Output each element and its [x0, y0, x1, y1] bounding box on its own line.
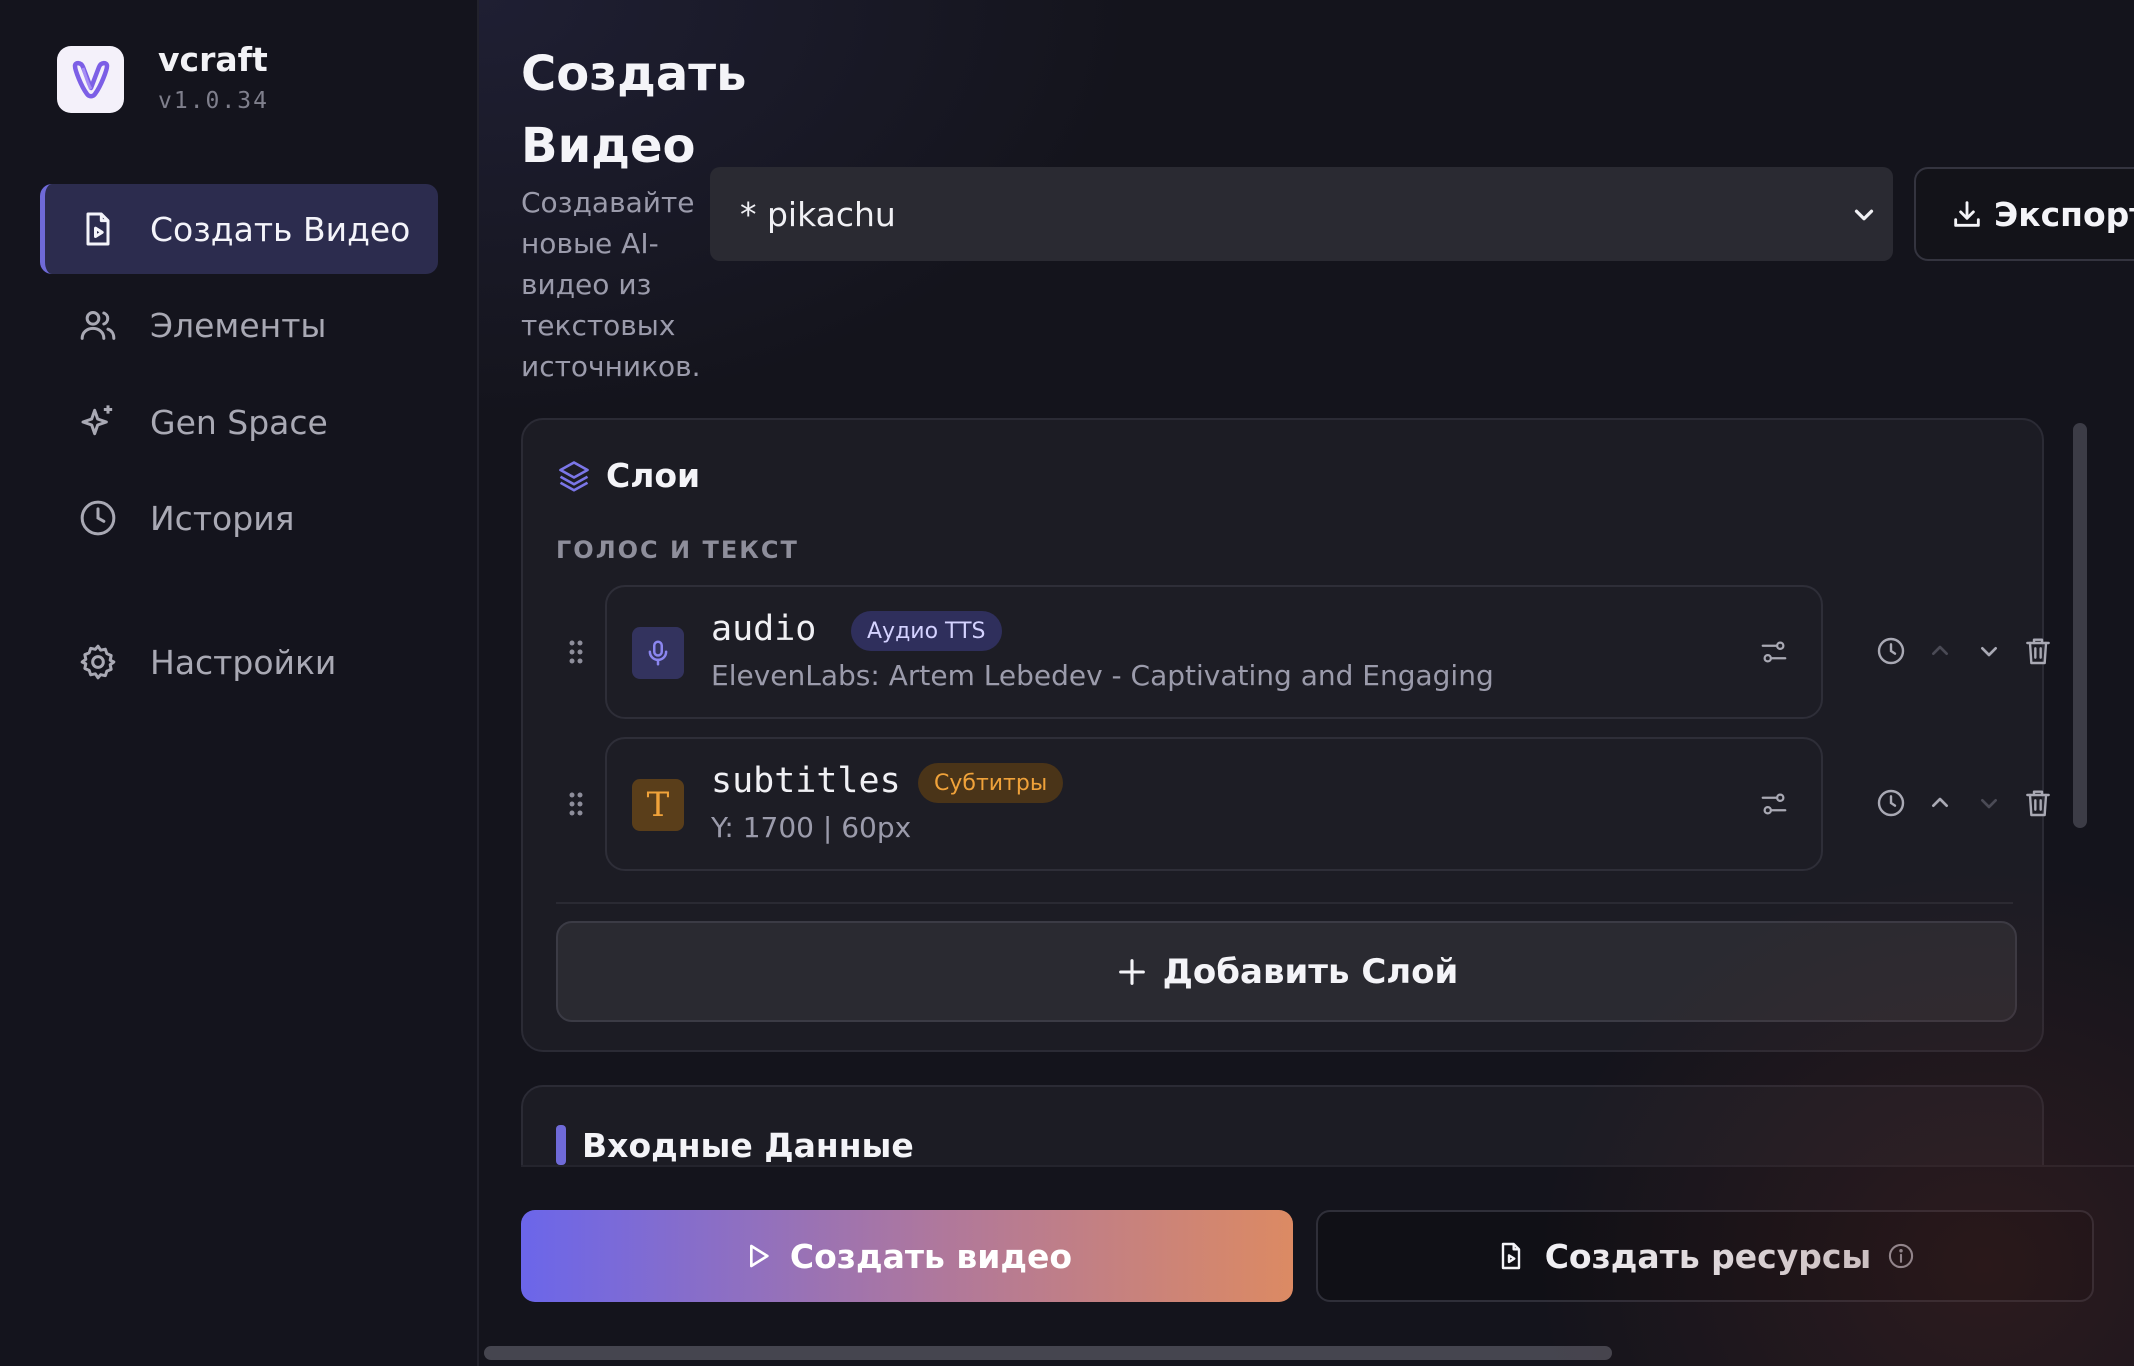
layers-icon: [556, 458, 592, 494]
create-resources-label: Создать ресурсы: [1544, 1236, 1872, 1276]
sidebar-item-label: История: [150, 498, 295, 538]
vertical-scrollbar[interactable]: [2073, 423, 2087, 828]
create-resources-button[interactable]: Создать ресурсы: [1316, 1210, 2094, 1302]
divider: [556, 902, 2013, 904]
users-icon: [76, 303, 120, 347]
sidebar-item-label: Создать Видео: [150, 209, 411, 249]
timing-clock-icon[interactable]: [1875, 787, 1907, 819]
sidebar-item-label: Элементы: [150, 305, 327, 345]
layer-name: subtitles: [711, 761, 901, 801]
download-icon: [1950, 197, 1984, 231]
gear-icon: [76, 640, 120, 684]
accent-bar: [556, 1125, 566, 1165]
page-title: Создать Видео: [521, 46, 747, 174]
input-data-title: Входные Данные: [556, 1125, 914, 1165]
horizontal-scrollbar[interactable]: [484, 1346, 1612, 1360]
play-icon: [742, 1240, 774, 1272]
layer-settings-icon[interactable]: [1759, 789, 1789, 823]
layer-name: audio: [711, 609, 817, 649]
sidebar-item-label: Настройки: [150, 642, 337, 682]
file-video-icon: [76, 207, 120, 251]
move-up-icon[interactable]: [1924, 635, 1956, 667]
sidebar-item-elements[interactable]: Элементы: [40, 280, 438, 370]
page-description: Создавайте новые AI-видео из текстовых и…: [521, 186, 701, 383]
app-name: vcraft: [158, 40, 268, 79]
sparkles-icon: [76, 400, 120, 444]
layer-row-audio: audio Аудио TTS ElevenLabs: Artem Lebede…: [523, 585, 2050, 719]
sidebar: vcraft v1.0.34 Создать Видео Элементы Ge…: [0, 0, 479, 1366]
layer-row-subtitles: T subtitles Субтитры Y: 1700 | 60px: [523, 737, 2050, 871]
export-button[interactable]: Экспорт: [1914, 167, 2134, 261]
file-video-icon: [1495, 1240, 1527, 1272]
trash-icon[interactable]: [2022, 635, 2054, 667]
microphone-icon: [632, 627, 684, 679]
text-t-icon: T: [632, 779, 684, 831]
create-video-button[interactable]: Создать видео: [521, 1210, 1293, 1302]
create-video-label: Создать видео: [789, 1236, 1073, 1276]
clock-icon: [76, 496, 120, 540]
layer-type-badge: Аудио TTS: [851, 611, 1002, 651]
main-content: Создать Видео Создавайте новые AI-видео …: [479, 0, 2134, 1366]
export-label: Экспорт: [1994, 194, 2134, 234]
timing-clock-icon[interactable]: [1875, 635, 1907, 667]
add-layer-label: Добавить Слой: [1162, 951, 1459, 992]
chevron-down-icon: [1849, 199, 1879, 238]
sidebar-item-history[interactable]: История: [40, 473, 438, 563]
layers-title: Слои: [556, 456, 700, 495]
sidebar-item-create-video[interactable]: Создать Видео: [40, 184, 438, 274]
plus-icon: [1115, 955, 1149, 989]
app-logo[interactable]: [57, 46, 124, 113]
logo-v-icon: [72, 60, 109, 98]
sidebar-item-label: Gen Space: [150, 402, 328, 442]
sidebar-item-settings[interactable]: Настройки: [40, 617, 438, 707]
drag-handle-icon[interactable]: [566, 637, 586, 671]
project-select[interactable]: * pikachu: [710, 167, 1893, 261]
drag-handle-icon[interactable]: [566, 789, 586, 823]
layer-subtitle: ElevenLabs: Artem Lebedev - Captivating …: [711, 659, 1494, 692]
layer-card[interactable]: T subtitles Субтитры Y: 1700 | 60px: [605, 737, 1823, 871]
project-select-value: * pikachu: [740, 194, 896, 234]
move-down-icon[interactable]: [1973, 635, 2005, 667]
move-up-icon[interactable]: [1924, 787, 1956, 819]
app-version: v1.0.34: [158, 88, 269, 114]
layer-subtitle: Y: 1700 | 60px: [711, 811, 912, 844]
section-label-voice-text: ГОЛОС И ТЕКСТ: [556, 536, 799, 564]
layer-type-badge: Субтитры: [918, 763, 1064, 803]
move-down-icon[interactable]: [1973, 787, 2005, 819]
layer-card[interactable]: audio Аудио TTS ElevenLabs: Artem Lebede…: [605, 585, 1823, 719]
sidebar-item-gen-space[interactable]: Gen Space: [40, 377, 438, 467]
add-layer-button[interactable]: Добавить Слой: [556, 921, 2017, 1022]
layer-settings-icon[interactable]: [1759, 637, 1789, 671]
info-icon[interactable]: [1887, 1242, 1915, 1270]
layers-panel: Слои ГОЛОС И ТЕКСТ audio Аудио TTS Eleve…: [521, 418, 2050, 1052]
layers-title-text: Слои: [606, 456, 701, 495]
trash-icon[interactable]: [2022, 787, 2054, 819]
input-data-title-text: Входные Данные: [582, 1125, 914, 1165]
